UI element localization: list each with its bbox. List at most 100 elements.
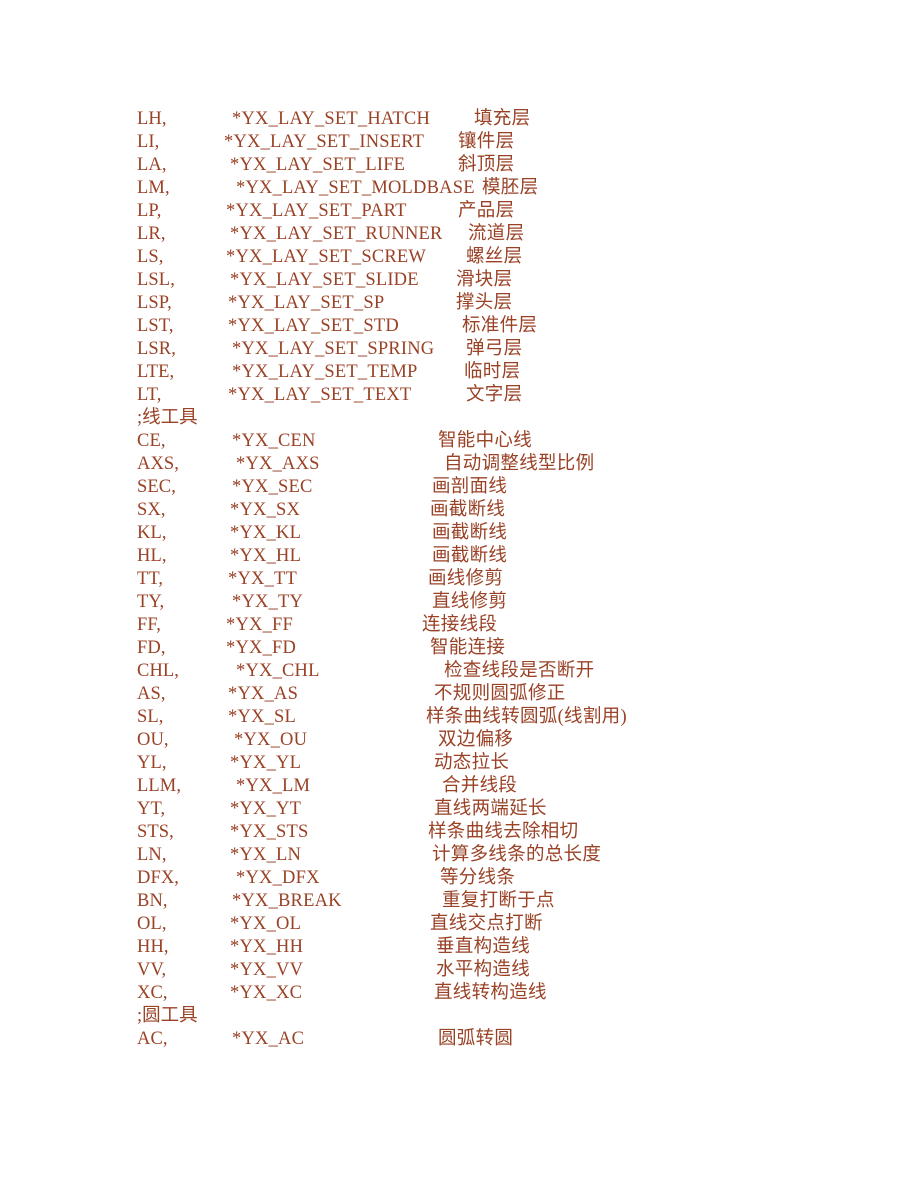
command-name: *YX_FF	[226, 615, 293, 635]
command-description: 流道层	[468, 224, 525, 244]
command-description: 智能连接	[430, 638, 506, 658]
alias-row: OU, *YX_OU 双边偏移	[137, 729, 877, 752]
alias-row: FD, *YX_FD 智能连接	[137, 637, 877, 660]
alias-shortcut: LSR,	[137, 339, 176, 359]
alias-shortcut: SX,	[137, 500, 166, 520]
command-description: 圆弧转圆	[438, 1029, 514, 1049]
alias-row: HL, *YX_HL 画截断线	[137, 545, 877, 568]
alias-row: LLM, *YX_LM 合并线段	[137, 775, 877, 798]
command-name: *YX_AXS	[236, 454, 320, 474]
command-name: *YX_YL	[230, 753, 302, 773]
alias-shortcut: SEC,	[137, 477, 176, 497]
command-description: 镶件层	[458, 132, 515, 152]
alias-row: SEC, *YX_SEC 画剖面线	[137, 476, 877, 499]
alias-shortcut: LS,	[137, 247, 164, 267]
alias-row: STS, *YX_STS 样条曲线去除相切	[137, 821, 877, 844]
alias-shortcut: LM,	[137, 178, 170, 198]
alias-row: LSL, *YX_LAY_SET_SLIDE 滑块层	[137, 269, 877, 292]
command-description: 连接线段	[422, 615, 498, 635]
alias-row: YL, *YX_YL 动态拉长	[137, 752, 877, 775]
command-name: *YX_LAY_SET_LIFE	[230, 155, 406, 175]
command-description: 滑块层	[456, 270, 513, 290]
command-name: *YX_TY	[232, 592, 304, 612]
alias-shortcut: FF,	[137, 615, 162, 635]
command-name: *YX_SL	[228, 707, 297, 727]
alias-shortcut: LST,	[137, 316, 174, 336]
command-description: 直线交点打断	[430, 914, 543, 934]
alias-row: LN, *YX_LN 计算多线条的总长度	[137, 844, 877, 867]
alias-shortcut: VV,	[137, 960, 167, 980]
alias-row: LST, *YX_LAY_SET_STD 标准件层	[137, 315, 877, 338]
alias-shortcut: STS,	[137, 822, 174, 842]
command-name: *YX_LN	[230, 845, 302, 865]
alias-shortcut: DFX,	[137, 868, 180, 888]
document-page: LH, *YX_LAY_SET_HATCH 填充层 LI, *YX_LAY_SET_IN…	[0, 0, 920, 1191]
alias-row: LA, *YX_LAY_SET_LIFE 斜顶层	[137, 154, 877, 177]
command-name: *YX_FD	[226, 638, 297, 658]
command-description: 画截断线	[432, 523, 508, 543]
alias-row: LT, *YX_LAY_SET_TEXT 文字层	[137, 384, 877, 407]
section-label: ;线工具	[137, 408, 198, 428]
command-name: *YX_HH	[230, 937, 304, 957]
command-description: 螺丝层	[466, 247, 523, 267]
command-description: 检查线段是否断开	[444, 661, 595, 681]
alias-shortcut: CE,	[137, 431, 166, 451]
command-description: 斜顶层	[458, 155, 515, 175]
alias-shortcut: LA,	[137, 155, 167, 175]
alias-row: LM, *YX_LAY_SET_MOLDBASE 模胚层	[137, 177, 877, 200]
command-description: 直线两端延长	[434, 799, 547, 819]
alias-shortcut: HH,	[137, 937, 169, 957]
command-description: 标准件层	[462, 316, 538, 336]
command-description: 样条曲线转圆弧(线割用)	[426, 707, 627, 727]
command-description: 模胚层	[482, 178, 539, 198]
alias-shortcut: KL,	[137, 523, 167, 543]
alias-row: TY, *YX_TY 直线修剪	[137, 591, 877, 614]
alias-shortcut: BN,	[137, 891, 168, 911]
command-description: 垂直构造线	[436, 937, 531, 957]
command-name: *YX_HL	[230, 546, 302, 566]
command-name: *YX_LAY_SET_SCREW	[226, 247, 427, 267]
alias-row: XC, *YX_XC 直线转构造线	[137, 982, 877, 1005]
alias-shortcut: AC,	[137, 1029, 168, 1049]
alias-shortcut: LLM,	[137, 776, 182, 796]
command-name: *YX_LM	[236, 776, 311, 796]
command-name: *YX_VV	[230, 960, 304, 980]
command-name: *YX_LAY_SET_HATCH	[232, 109, 431, 129]
command-description: 双边偏移	[438, 730, 514, 750]
alias-shortcut: YT,	[137, 799, 166, 819]
command-name: *YX_SX	[230, 500, 301, 520]
command-name: *YX_LAY_SET_SP	[228, 293, 385, 313]
command-description: 直线转构造线	[434, 983, 547, 1003]
command-name: *YX_STS	[230, 822, 309, 842]
section-header-row: ;圆工具	[137, 1005, 877, 1028]
alias-shortcut: LR,	[137, 224, 166, 244]
alias-row: LS, *YX_LAY_SET_SCREW 螺丝层	[137, 246, 877, 269]
alias-row: KL, *YX_KL 画截断线	[137, 522, 877, 545]
alias-shortcut: LN,	[137, 845, 167, 865]
alias-shortcut: YL,	[137, 753, 167, 773]
command-name: *YX_KL	[230, 523, 302, 543]
command-name: *YX_BREAK	[232, 891, 342, 911]
alias-row: LI, *YX_LAY_SET_INSERT 镶件层	[137, 131, 877, 154]
command-name: *YX_LAY_SET_INSERT	[224, 132, 425, 152]
command-name: *YX_CHL	[236, 661, 320, 681]
command-description: 自动调整线型比例	[444, 454, 595, 474]
command-description: 动态拉长	[434, 753, 510, 773]
command-description: 画剖面线	[432, 477, 508, 497]
command-description: 合并线段	[442, 776, 518, 796]
alias-row: VV, *YX_VV 水平构造线	[137, 959, 877, 982]
alias-shortcut: XC,	[137, 983, 168, 1003]
command-name: *YX_LAY_SET_SPRING	[232, 339, 435, 359]
alias-row: TT, *YX_TT 画线修剪	[137, 568, 877, 591]
command-name: *YX_AC	[232, 1029, 305, 1049]
alias-shortcut: AXS,	[137, 454, 180, 474]
command-description: 画线修剪	[428, 569, 504, 589]
alias-shortcut: SL,	[137, 707, 164, 727]
command-description: 临时层	[464, 362, 521, 382]
command-name: *YX_LAY_SET_MOLDBASE	[236, 178, 475, 198]
alias-row: FF, *YX_FF 连接线段	[137, 614, 877, 637]
command-name: *YX_DFX	[236, 868, 320, 888]
alias-row: LTE, *YX_LAY_SET_TEMP 临时层	[137, 361, 877, 384]
alias-shortcut: TY,	[137, 592, 165, 612]
alias-shortcut: AS,	[137, 684, 166, 704]
